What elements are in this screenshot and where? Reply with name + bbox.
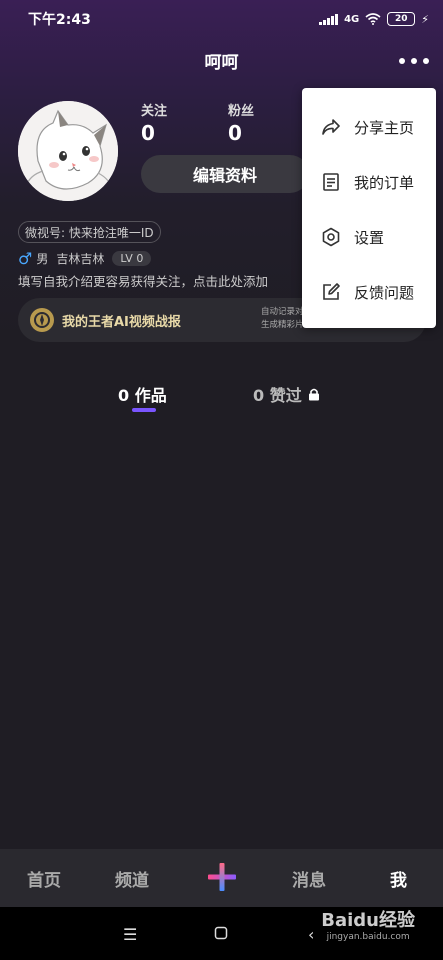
following-count: 0 (141, 121, 155, 145)
status-time: 下午2:43 (28, 12, 91, 28)
charging-icon: ⚡ (421, 12, 429, 26)
fans-stat[interactable]: 粉丝 0 (228, 100, 254, 145)
nav-me[interactable]: 我 (390, 866, 407, 891)
menu-icon[interactable]: ☰ (123, 925, 137, 944)
network-type: 4G (344, 13, 360, 25)
nav-messages[interactable]: 消息 (292, 866, 326, 891)
back-icon[interactable]: ‹ (308, 925, 314, 944)
cat-avatar-icon (18, 101, 118, 201)
tab-liked[interactable]: 0 赞过 (253, 382, 320, 406)
menu-item-label: 分享主页 (354, 118, 415, 137)
dot-icon (399, 58, 405, 64)
male-icon: ♂ (18, 249, 33, 268)
gender-text: 男 (36, 252, 49, 266)
active-tab-indicator (132, 408, 156, 412)
battle-report-title: 我的王者AI视频战报 (62, 314, 181, 330)
menu-item-share[interactable]: 分享主页 (302, 102, 436, 152)
wifi-icon (365, 13, 381, 25)
battery-icon: 20 (387, 12, 416, 26)
profile-info-row: ♂ 男 吉林吉林 LV 0 (18, 249, 152, 268)
location-text: 吉林吉林 (56, 252, 105, 266)
wechat-id-badge[interactable]: 微视号: 快来抢注唯一ID (18, 221, 161, 243)
lock-icon (308, 388, 319, 400)
share-icon (322, 119, 340, 135)
menu-item-feedback[interactable]: 反馈问题 (302, 267, 436, 317)
order-icon (323, 173, 339, 191)
status-bar: 下午2:43 4G 20 ⚡ (0, 0, 443, 38)
tab-liked-label: 0 赞过 (253, 386, 302, 405)
fans-label: 粉丝 (228, 104, 255, 119)
menu-item-settings[interactable]: 设置 (302, 212, 436, 262)
fans-count: 0 (228, 121, 242, 145)
level-badge: LV 0 (112, 251, 152, 266)
page-title: 呵呵 (204, 53, 239, 73)
menu-item-orders[interactable]: 我的订单 (302, 157, 436, 207)
game-logo-icon (30, 308, 54, 332)
watermark: Baidu经验 jingyan.baidu.com (321, 906, 415, 942)
bio-placeholder[interactable]: 填写自我介绍更容易获得关注，点击此处添加 (18, 271, 268, 290)
watermark-brand: Baidu经验 (321, 910, 415, 931)
signal-icon (319, 13, 339, 25)
watermark-url: jingyan.baidu.com (326, 932, 410, 942)
dot-icon (423, 58, 429, 64)
tab-works[interactable]: 0 作品 (118, 382, 167, 406)
menu-item-label: 我的订单 (354, 173, 415, 192)
edit-profile-button[interactable]: 编辑资料 (141, 155, 309, 193)
menu-item-label: 设置 (354, 228, 385, 247)
feedback-icon (323, 283, 340, 300)
home-icon[interactable] (214, 925, 228, 944)
following-label: 关注 (141, 104, 168, 119)
create-plus-icon[interactable] (208, 863, 236, 891)
settings-icon (322, 227, 340, 247)
menu-item-label: 反馈问题 (354, 283, 415, 302)
battery-level: 20 (395, 14, 408, 24)
more-options-button[interactable] (399, 52, 429, 70)
more-options-menu: 分享主页 我的订单 设置 反馈问题 (302, 88, 436, 328)
status-icons: 4G 20 ⚡ (319, 12, 429, 26)
avatar[interactable] (18, 101, 118, 201)
following-stat[interactable]: 关注 0 (141, 100, 167, 145)
bottom-nav: 首页 频道 消息 我 (0, 849, 443, 907)
nav-channel[interactable]: 频道 (115, 866, 149, 891)
nav-home[interactable]: 首页 (27, 866, 61, 891)
dot-icon (411, 58, 417, 64)
